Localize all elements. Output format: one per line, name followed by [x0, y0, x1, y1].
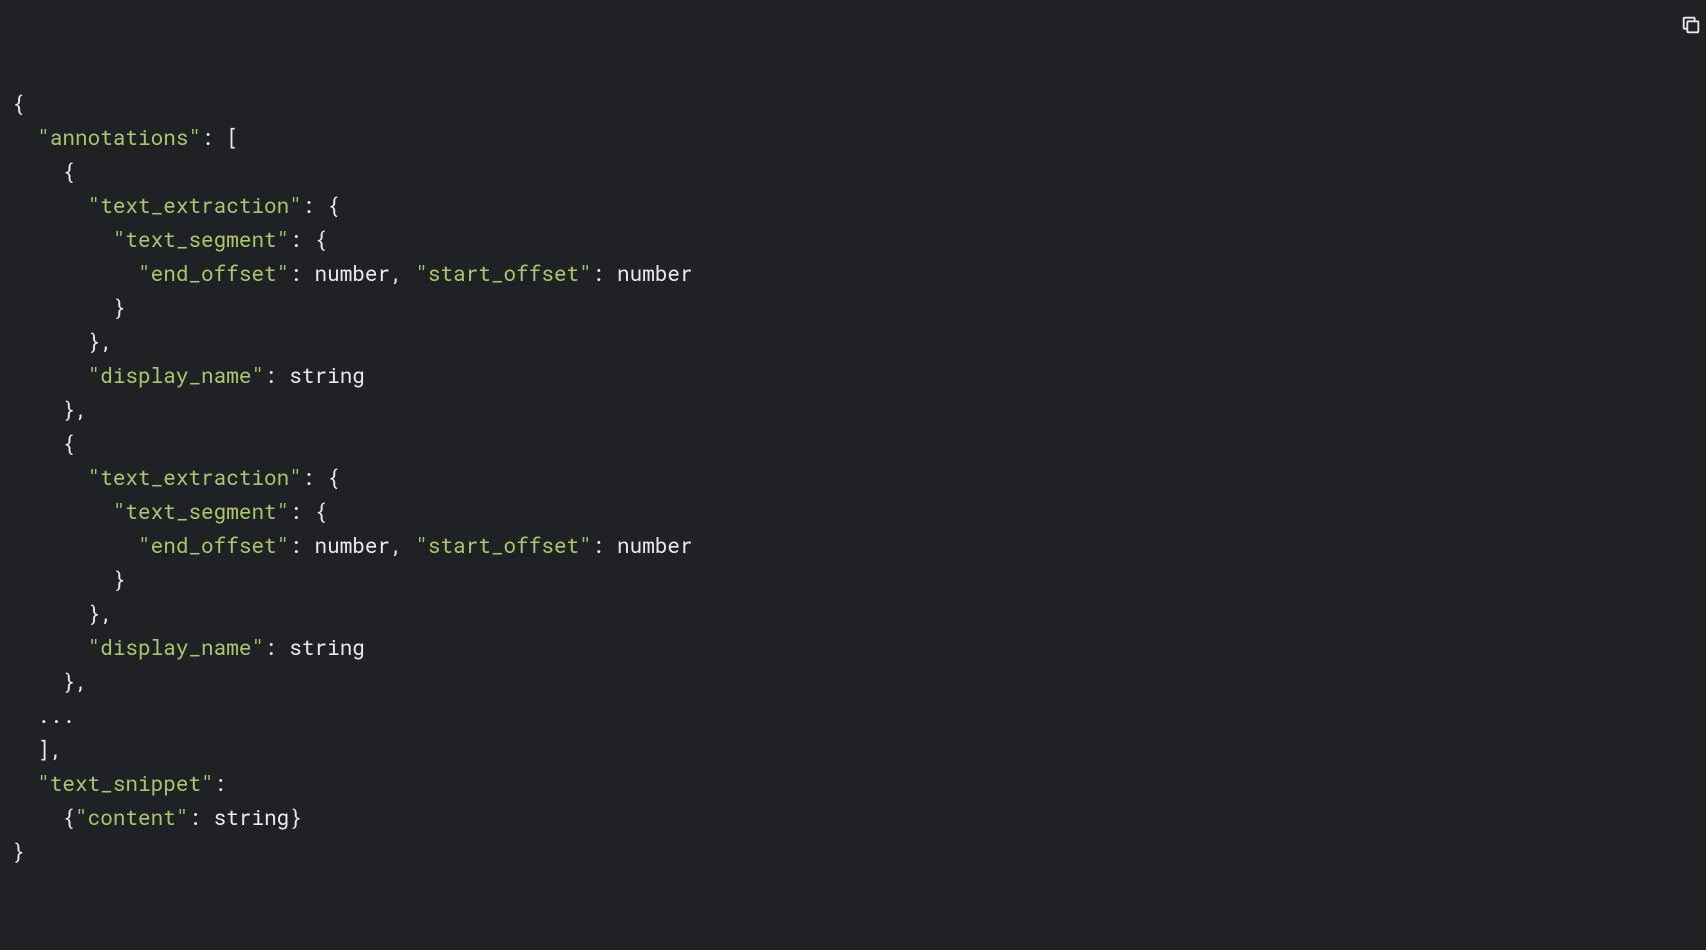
brace-close-comma: }, — [88, 599, 113, 627]
type-string: string — [214, 803, 290, 831]
brace-close-comma: }, — [88, 327, 113, 355]
type-number: number — [314, 531, 390, 559]
key-text-extraction: "text_extraction" — [88, 463, 302, 491]
colon: : — [289, 225, 314, 253]
key-display-name: "display_name" — [88, 361, 264, 389]
type-number: number — [617, 531, 693, 559]
brace-open: { — [62, 803, 75, 831]
colon: : — [188, 803, 213, 831]
colon: : — [302, 463, 327, 491]
colon: : — [214, 769, 227, 797]
key-text-segment: "text_segment" — [113, 497, 289, 525]
type-string: string — [289, 361, 365, 389]
colon: : — [289, 531, 314, 559]
type-string: string — [289, 633, 365, 661]
colon: : — [289, 259, 314, 287]
colon: : — [289, 497, 314, 525]
brace-open: { — [314, 225, 327, 253]
brace-open: { — [327, 463, 340, 491]
key-text-snippet: "text_snippet" — [37, 769, 213, 797]
colon: : — [592, 259, 617, 287]
ellipsis: ... — [37, 701, 75, 729]
brace-open: { — [62, 429, 75, 457]
brace-open: { — [327, 191, 340, 219]
copy-button[interactable] — [1662, 8, 1698, 44]
code-block: { "annotations": [ { "text_extraction": … — [0, 0, 1706, 920]
brace-close-comma: }, — [62, 667, 87, 695]
key-annotations: "annotations" — [37, 123, 201, 151]
colon: : — [302, 191, 327, 219]
colon: : — [592, 531, 617, 559]
brace-open: { — [12, 89, 25, 117]
brace-open: { — [62, 157, 75, 185]
key-start-offset: "start_offset" — [415, 531, 591, 559]
bracket-open: [ — [226, 123, 239, 151]
colon: : — [264, 361, 289, 389]
bracket-close-comma: ], — [37, 735, 62, 763]
brace-close-comma: }, — [62, 395, 87, 423]
type-number: number — [314, 259, 390, 287]
key-display-name: "display_name" — [88, 633, 264, 661]
colon: : — [201, 123, 226, 151]
brace-open: { — [314, 497, 327, 525]
brace-close: } — [113, 565, 126, 593]
copy-icon — [1658, 0, 1702, 54]
comma: , — [390, 531, 415, 559]
code-content: { "annotations": [ { "text_extraction": … — [12, 86, 1694, 868]
type-number: number — [617, 259, 693, 287]
colon: : — [264, 633, 289, 661]
key-content: "content" — [75, 803, 188, 831]
key-text-extraction: "text_extraction" — [88, 191, 302, 219]
comma: , — [390, 259, 415, 287]
key-end-offset: "end_offset" — [138, 531, 289, 559]
brace-close: } — [12, 837, 25, 865]
brace-close: } — [113, 293, 126, 321]
key-text-segment: "text_segment" — [113, 225, 289, 253]
key-start-offset: "start_offset" — [415, 259, 591, 287]
brace-close: } — [289, 803, 302, 831]
key-end-offset: "end_offset" — [138, 259, 289, 287]
